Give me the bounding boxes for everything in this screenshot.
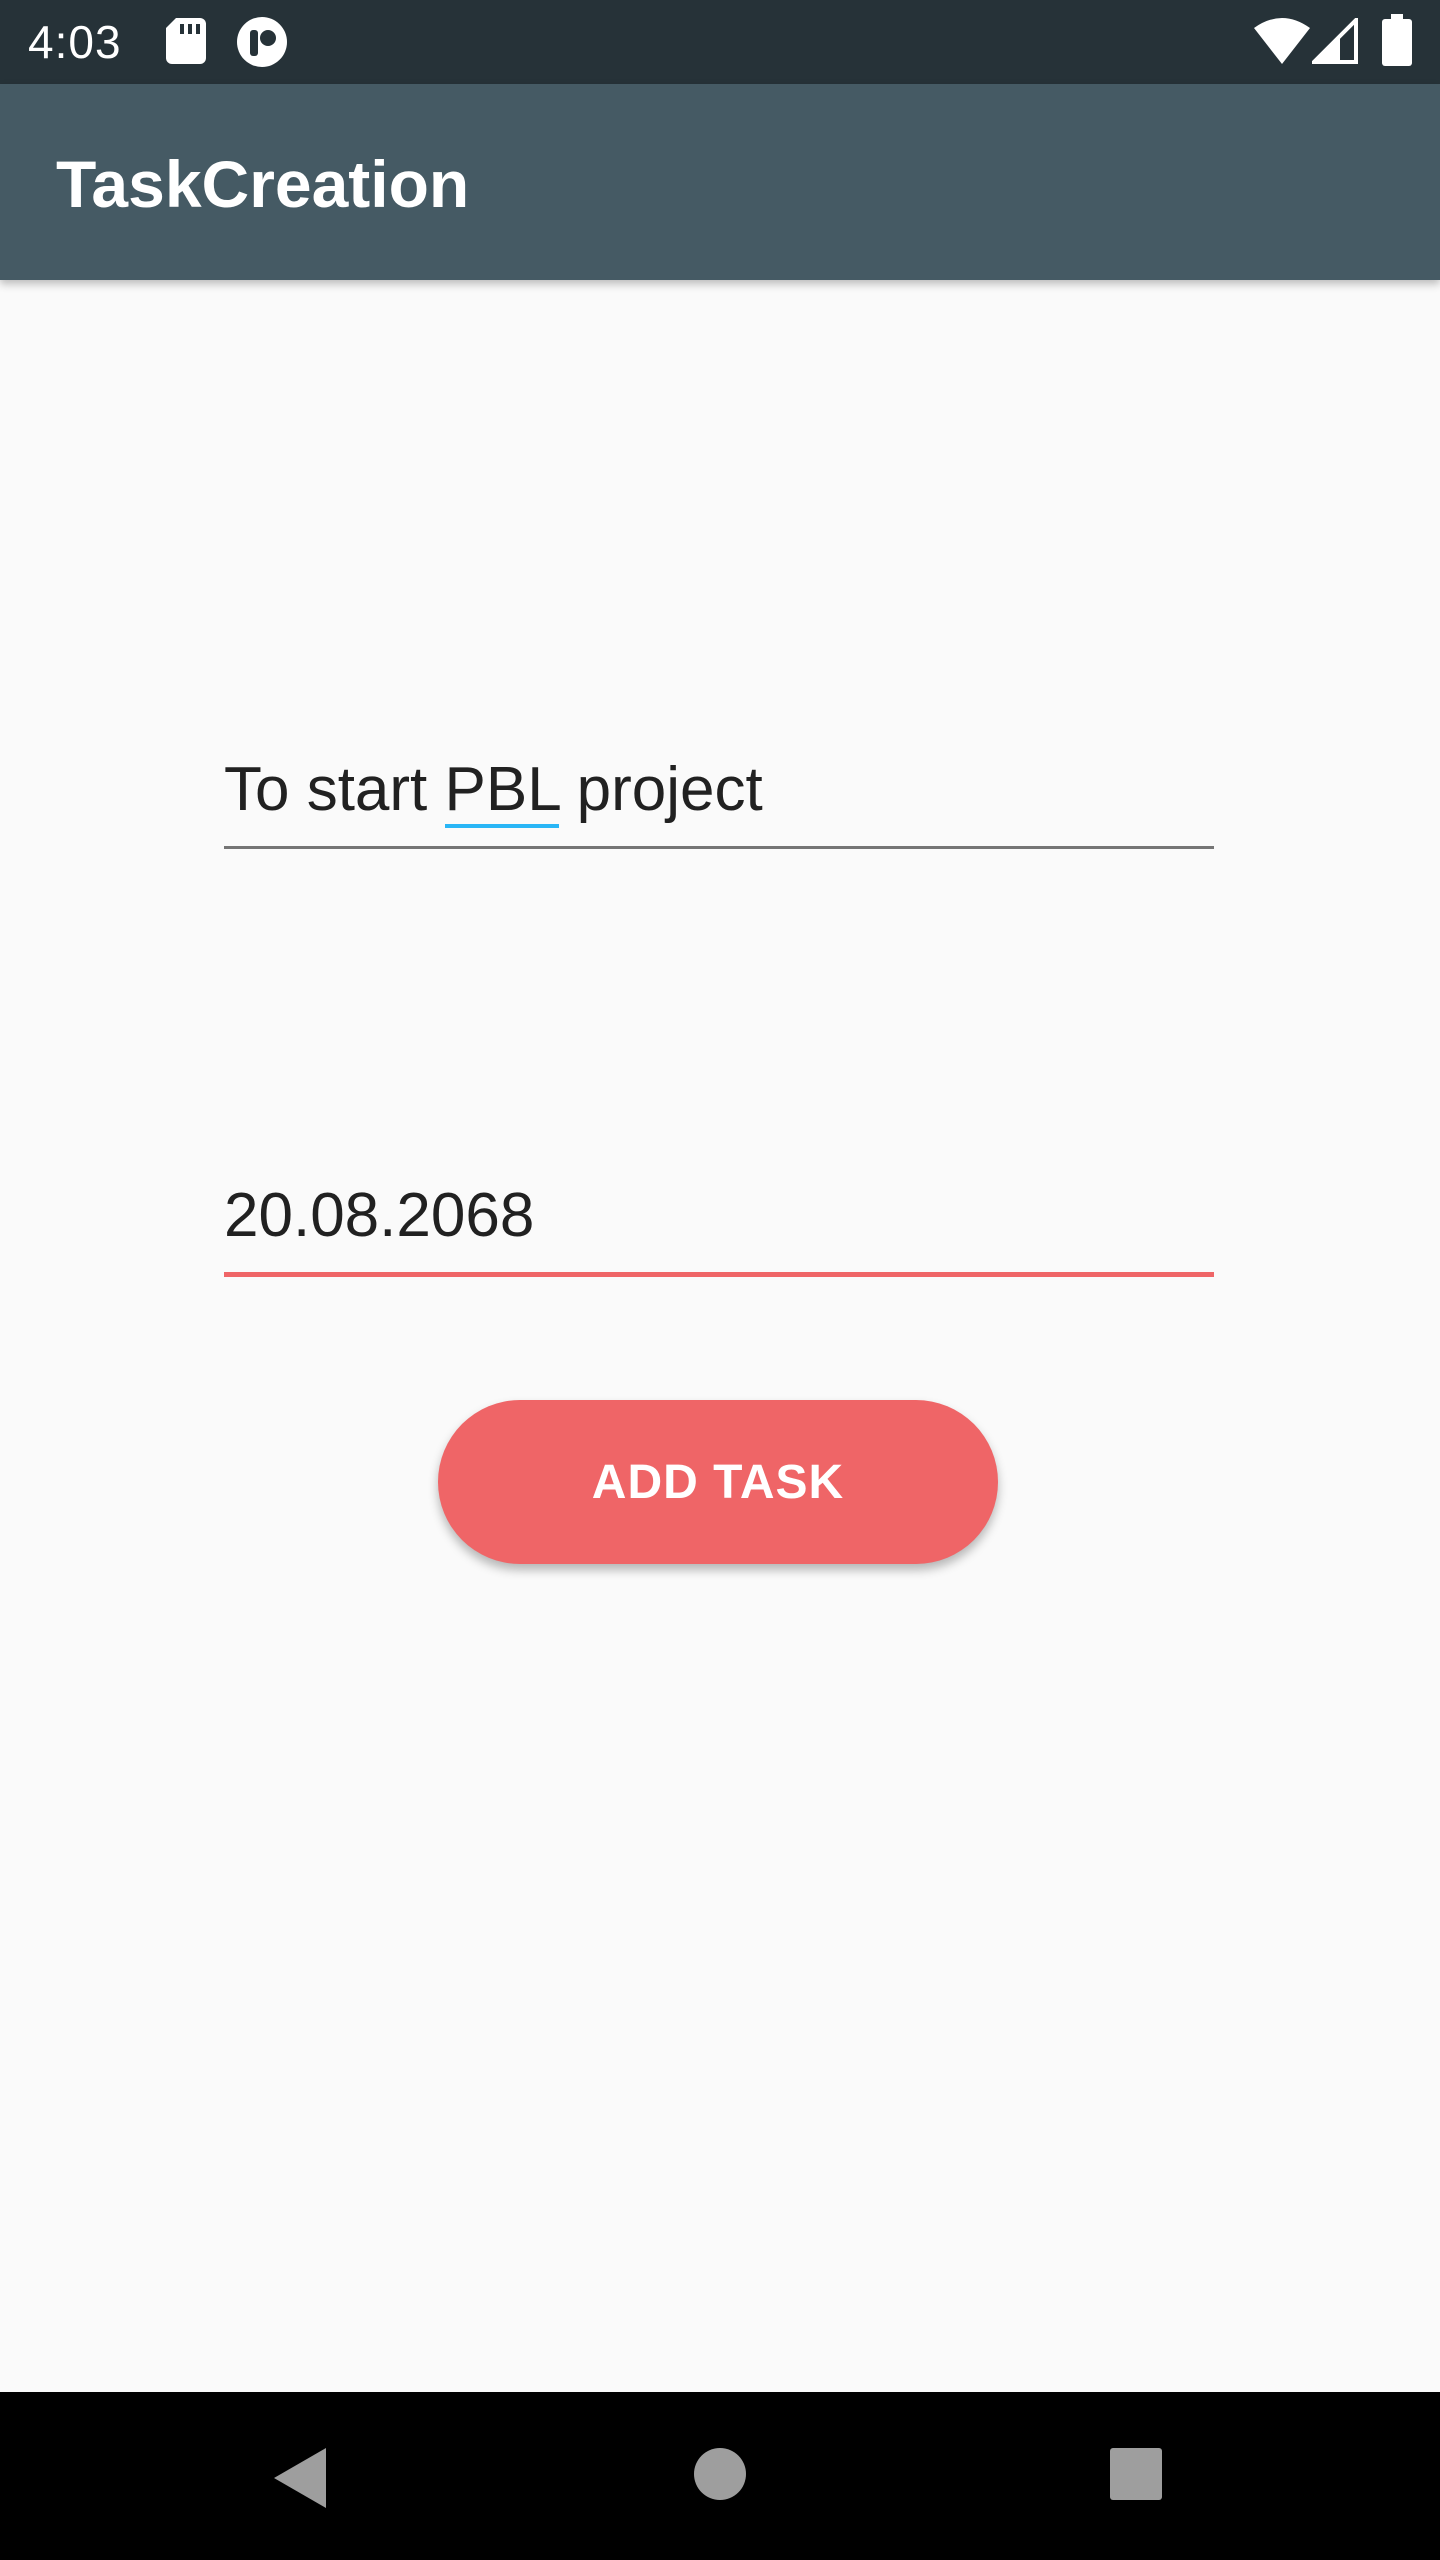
app-bar: TaskCreation xyxy=(0,84,1440,280)
page-title: TaskCreation xyxy=(56,147,470,221)
spellcheck-word[interactable]: PBL xyxy=(444,755,560,828)
sd-card-icon xyxy=(166,18,206,64)
status-time: 4:03 xyxy=(28,16,122,68)
due-date-text: 20.08.2068 xyxy=(224,1181,535,1250)
task-name-text: To start PBL project xyxy=(224,754,763,828)
add-task-button[interactable]: ADD TASK xyxy=(438,1400,998,1564)
home-icon[interactable] xyxy=(692,2446,748,2502)
battery-icon xyxy=(1382,14,1412,66)
task-text-start: To start xyxy=(224,755,445,824)
signal-icon xyxy=(1312,18,1358,64)
ninja-app-icon xyxy=(237,17,287,67)
wifi-icon xyxy=(1254,18,1310,64)
status-bar: 4:03 xyxy=(0,0,1440,84)
navigation-bar xyxy=(0,2392,1440,2560)
task-text-end: project xyxy=(559,755,763,824)
back-icon[interactable] xyxy=(270,2446,330,2510)
recents-icon[interactable] xyxy=(1108,2446,1164,2502)
task-name-input[interactable]: To start PBL project xyxy=(224,740,1214,849)
due-date-input[interactable]: 20.08.2068 xyxy=(224,1162,1214,1277)
